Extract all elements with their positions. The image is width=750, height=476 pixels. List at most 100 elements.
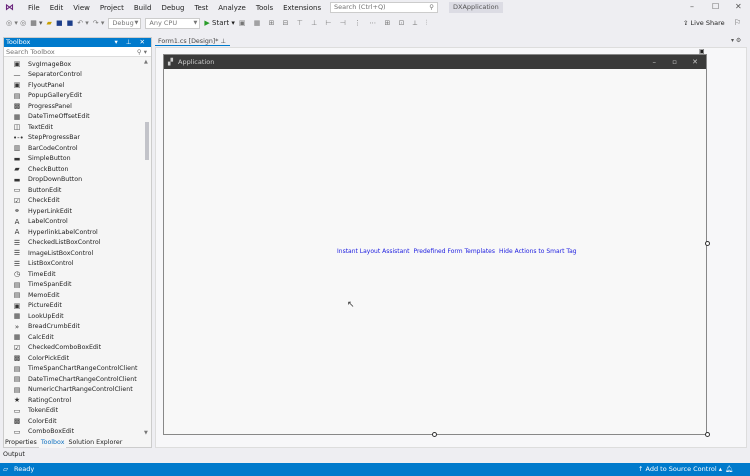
toolbox-item[interactable]: ▤ MemoEdit	[4, 290, 147, 301]
toolbox-item[interactable]: ▭ TokenEdit	[4, 406, 147, 417]
toolbox-item[interactable]: ◷ TimeEdit	[4, 269, 147, 280]
toolbox-search-input[interactable]: Search Toolbox ⚲ ▾	[4, 47, 151, 57]
toolbox-item[interactable]: ▣ SvgImageBox	[4, 59, 147, 70]
toolbox-item[interactable]: A LabelControl	[4, 217, 147, 228]
toolbox-item[interactable]: ▭ ButtonEdit	[4, 185, 147, 196]
menu-view[interactable]: View	[68, 4, 95, 12]
toolbox-item[interactable]: ▩ ProgressPanel	[4, 101, 147, 112]
toolbox-item[interactable]: ☑ CheckedComboBoxEdit	[4, 343, 147, 354]
source-control-label: Add to Source Control	[645, 465, 717, 473]
platform-value: Any CPU	[149, 18, 178, 27]
scroll-down-icon[interactable]: ▼	[144, 430, 148, 436]
instant-layout-assistant-link[interactable]: Instant Layout Assistant	[337, 248, 409, 255]
resize-handle-corner[interactable]	[705, 432, 710, 437]
panel-controls[interactable]: ▾ ⊥ ✕	[114, 38, 148, 47]
toolbox-item[interactable]: — SeparatorControl	[4, 70, 147, 81]
hide-actions-link[interactable]: Hide Actions to Smart Tag	[499, 248, 577, 255]
smart-tag-icon[interactable]: ▣	[699, 48, 705, 55]
settings-icon[interactable]: ▾ ⚙	[731, 37, 741, 44]
save-all-icon[interactable]: ■	[67, 19, 74, 27]
scroll-up-icon[interactable]: ▲	[144, 59, 148, 65]
toolbox-item[interactable]: ▤ PopupGalleryEdit	[4, 91, 147, 102]
toolbox-item[interactable]: A HyperlinkLabelControl	[4, 227, 147, 238]
menu-analyze[interactable]: Analyze	[213, 4, 251, 12]
menu-build[interactable]: Build	[129, 4, 157, 12]
toolbox-item[interactable]: ▦ LookUpEdit	[4, 311, 147, 322]
tab-properties[interactable]: Properties	[3, 438, 39, 448]
toolbox-item[interactable]: ⚭ HyperLinkEdit	[4, 206, 147, 217]
toolbox-item-label: NumericChartRangeControlClient	[28, 386, 133, 394]
toolbox-item[interactable]: ▥ BarCodeControl	[4, 143, 147, 154]
document-tab[interactable]: Form1.cs [Design]* ⊥ ✕	[155, 37, 230, 54]
toolbox-item[interactable]: ▤ TimeSpanChartRangeControlClient	[4, 364, 147, 375]
toolbox-item[interactable]: ☑ CheckEdit	[4, 196, 147, 207]
platform-select[interactable]: Any CPU ▼	[145, 17, 201, 29]
control-icon: A	[14, 217, 20, 226]
toolbox-item[interactable]: ☰ CheckedListBoxControl	[4, 238, 147, 249]
layout-align-icons[interactable]: ▣ ▦ ⊞ ⊟ ⊤ ⊥ ⊢ ⊣ ⋮ ⋯ ⊞ ⊡ ⟂ ⫶	[239, 19, 430, 28]
open-icon[interactable]: ▰	[47, 19, 52, 27]
form-window[interactable]: ▞ Application – ▫ ✕	[163, 54, 707, 435]
toolbox-item[interactable]: » BreadCrumbEdit	[4, 322, 147, 333]
toolbox-item-label: CheckEdit	[28, 197, 60, 205]
redo-icon[interactable]: ↷ ▾	[93, 19, 105, 27]
feedback-icon[interactable]: ⚐	[734, 18, 741, 27]
menu-file[interactable]: File	[23, 4, 45, 12]
search-icon: ⚲ ▾	[136, 48, 147, 56]
toolbox-item[interactable]: ▤ TimeSpanEdit	[4, 280, 147, 291]
start-button[interactable]: ▶ Start ▾	[204, 19, 234, 27]
toolbox-item[interactable]: ☰ ListBoxControl	[4, 259, 147, 270]
toolbar: ◎ ▾ ◎ ▦ ▾ ▰ ■ ■ ↶ ▾ ↷ ▾ Debug ▼ Any CPU ▼ …	[0, 15, 750, 31]
toolbox-item[interactable]: ▤ DateTimeChartRangeControlClient	[4, 374, 147, 385]
toolbox-item[interactable]: •-• StepProgressBar	[4, 133, 147, 144]
save-icon[interactable]: ■	[56, 19, 63, 27]
new-project-icon[interactable]: ▦ ▾	[30, 19, 42, 27]
app-icon: ▞	[168, 58, 173, 66]
toolbox-item-label: DropDownButton	[28, 176, 83, 184]
toolbox-item[interactable]: ▣ FlyoutPanel	[4, 80, 147, 91]
live-share-button[interactable]: ⇪ Live Share	[683, 19, 725, 27]
add-to-source-control-button[interactable]: ↑ Add to Source Control ▴	[638, 463, 722, 476]
toolbox-scrollbar[interactable]	[145, 122, 149, 160]
menu-edit[interactable]: Edit	[45, 4, 69, 12]
toolbox-item[interactable]: ▰ CheckButton	[4, 164, 147, 175]
resize-handle-bottom[interactable]	[432, 432, 437, 437]
menu-debug[interactable]: Debug	[156, 4, 189, 12]
toolbox-item[interactable]: ▩ ColorPickEdit	[4, 353, 147, 364]
maximize-button[interactable]: ☐	[712, 2, 719, 11]
close-button[interactable]: ✕	[735, 2, 742, 11]
toolbox-item[interactable]: ▩ ColorEdit	[4, 416, 147, 427]
notifications-icon[interactable]: 🔔︎	[725, 463, 733, 476]
configuration-select[interactable]: Debug ▼	[108, 17, 142, 29]
menu-test[interactable]: Test	[189, 4, 213, 12]
toolbox-item[interactable]: ▬ DropDownButton	[4, 175, 147, 186]
toolbox-item[interactable]: ▣ PictureEdit	[4, 301, 147, 312]
search-input[interactable]: Search (Ctrl+Q) ⚲	[330, 2, 438, 13]
toolbox-item[interactable]: ▦ CalcEdit	[4, 332, 147, 343]
tab-toolbox[interactable]: Toolbox	[38, 438, 67, 448]
undo-icon[interactable]: ↶ ▾	[77, 19, 89, 27]
toolbox-item[interactable]: ◫ TextEdit	[4, 122, 147, 133]
control-icon: ▩	[13, 102, 21, 111]
control-icon: ◷	[13, 270, 21, 279]
tab-solution-explorer[interactable]: Solution Explorer	[66, 438, 124, 448]
toolbox-item[interactable]: ☰ ImageListBoxControl	[4, 248, 147, 259]
minimize-button[interactable]: –	[690, 2, 694, 11]
menu-project[interactable]: Project	[95, 4, 129, 12]
resize-handle-right[interactable]	[705, 241, 710, 246]
predefined-form-templates-link[interactable]: Predefined Form Templates	[413, 248, 495, 255]
menu-extensions[interactable]: Extensions	[278, 4, 326, 12]
menu-tools[interactable]: Tools	[251, 4, 278, 12]
toolbox-item-label: TokenEdit	[28, 407, 59, 415]
pin-icon[interactable]: ⊥	[220, 38, 226, 45]
output-tab[interactable]: Output	[3, 451, 25, 458]
toolbox-item[interactable]: ▭ ComboBoxEdit	[4, 427, 147, 438]
control-icon: ▭	[13, 186, 21, 195]
toolbox-item[interactable]: ▬ SimpleButton	[4, 154, 147, 165]
toolbox-item[interactable]: ★ RatingControl	[4, 395, 147, 406]
toolbox-item-label: HyperLinkEdit	[28, 207, 73, 215]
toolbox-item[interactable]: ▤ NumericChartRangeControlClient	[4, 385, 147, 396]
toolbox-item[interactable]: ▦ DateTimeOffsetEdit	[4, 112, 147, 123]
back-icon[interactable]: ◎ ▾ ◎	[6, 19, 26, 27]
control-icon: ▩	[13, 417, 21, 426]
